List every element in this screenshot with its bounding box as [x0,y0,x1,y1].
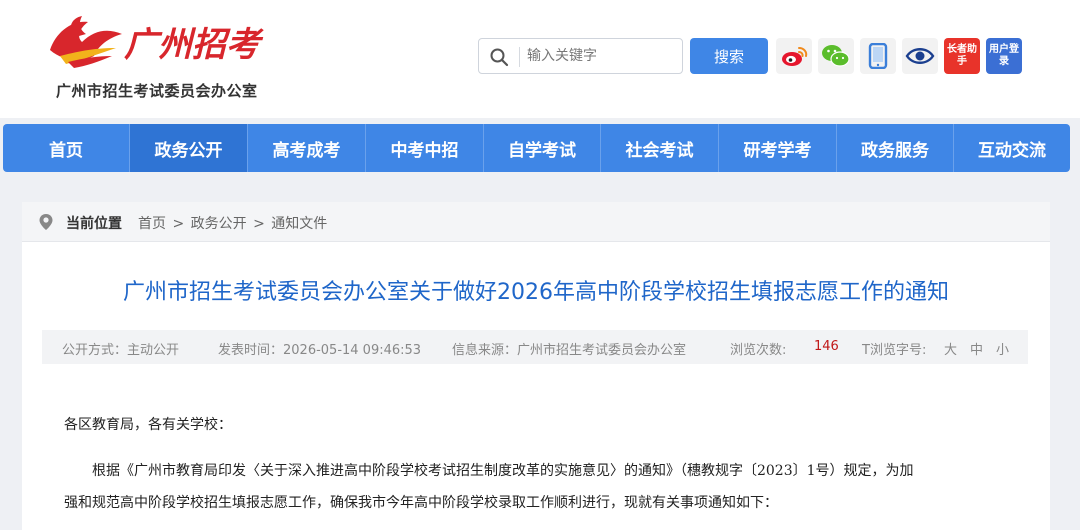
meta-views-label: 浏览次数: [730,343,787,358]
breadcrumb: 当前位置 首页 > 政务公开 > 通知文件 [22,202,1050,242]
site-header: 广州招考 广州市招生考试委员会办公室 搜索 [0,0,1080,118]
font-size-medium-button[interactable]: 中 [970,339,983,358]
meta-disclosure: 公开方式：主动公开 [62,343,180,358]
search-button[interactable]: 搜索 [690,38,768,74]
logo-emblem-icon: 广州招考 [50,16,264,68]
wechat-link[interactable] [818,38,854,74]
search-divider [519,47,520,67]
accessibility-view-link[interactable] [902,38,938,74]
meta-published-time: 发表时间：2026-05-14 09:46:53 [218,343,422,358]
weibo-link[interactable] [776,38,812,74]
elderly-helper-button[interactable]: 长者助手 [944,38,980,74]
main-nav: 首页 政务公开 高考成考 中考中招 自学考试 社会考试 研考学考 政务服务 互动… [3,124,1070,172]
article-paragraph-line: 强和规范高中阶段学校招生填报志愿工作，确保我市今年高中阶段学校录取工作顺利进行，… [64,495,778,511]
breadcrumb-separator: > [253,216,265,232]
article-title: 广州市招生考试委员会办公室关于做好2026年高中阶段学校招生填报志愿工作的通知 [123,280,949,305]
article-meta: 公开方式：主动公开 发表时间：2026-05-14 09:46:53 信息来源：… [42,330,1028,364]
mobile-link[interactable] [860,38,896,74]
nav-item-interaction[interactable]: 互动交流 [954,124,1070,172]
logo-text: 广州招考 [124,25,264,65]
user-login-button[interactable]: 用户登录 [986,38,1022,74]
eye-icon [905,48,935,64]
breadcrumb-link-home[interactable]: 首页 [138,216,166,232]
font-size-large-button[interactable]: 大 [944,339,957,358]
breadcrumb-link-gov-affairs[interactable]: 政务公开 [191,216,247,232]
breadcrumb-label: 当前位置 [66,216,122,232]
nav-item-home[interactable]: 首页 [3,124,130,172]
nav-item-postgrad[interactable]: 研考学考 [719,124,837,172]
site-logo[interactable]: 广州招考 [42,12,282,72]
search-box [478,38,683,74]
wechat-icon [822,45,850,67]
nav-item-gaokao[interactable]: 高考成考 [248,124,366,172]
nav-item-zhongkao[interactable]: 中考中招 [366,124,484,172]
breadcrumb-path: 首页 > 政务公开 > 通知文件 [138,213,329,233]
search-input[interactable] [527,41,677,71]
nav-item-social-exams[interactable]: 社会考试 [601,124,719,172]
breadcrumb-link-notices[interactable]: 通知文件 [271,216,327,232]
meta-source: 信息来源：广州市招生考试委员会办公室 [452,343,687,358]
article-greeting: 各区教育局，各有关学校： [64,417,232,433]
breadcrumb-separator: > [172,216,185,232]
font-size-small-button[interactable]: 小 [996,339,1009,358]
mobile-icon [868,43,888,69]
nav-item-self-study[interactable]: 自学考试 [484,124,601,172]
article-panel: 当前位置 首页 > 政务公开 > 通知文件 广州市招生考试委员会办公室关于做好2… [22,202,1050,530]
article-paragraph-line: 根据《广州市教育局印发〈关于深入推进高中阶段学校考试招生制度改革的实施意见〉的通… [92,463,914,479]
meta-views-count: 146 [814,339,839,354]
site-name: 广州市招生考试委员会办公室 [56,82,258,100]
meta-font-size-label: T浏览字号: [862,343,927,358]
nav-item-gov-affairs[interactable]: 政务公开 [130,124,248,172]
nav-item-gov-services[interactable]: 政务服务 [837,124,954,172]
weibo-icon [782,47,808,66]
search-icon [490,48,509,67]
location-pin-icon [39,214,53,230]
